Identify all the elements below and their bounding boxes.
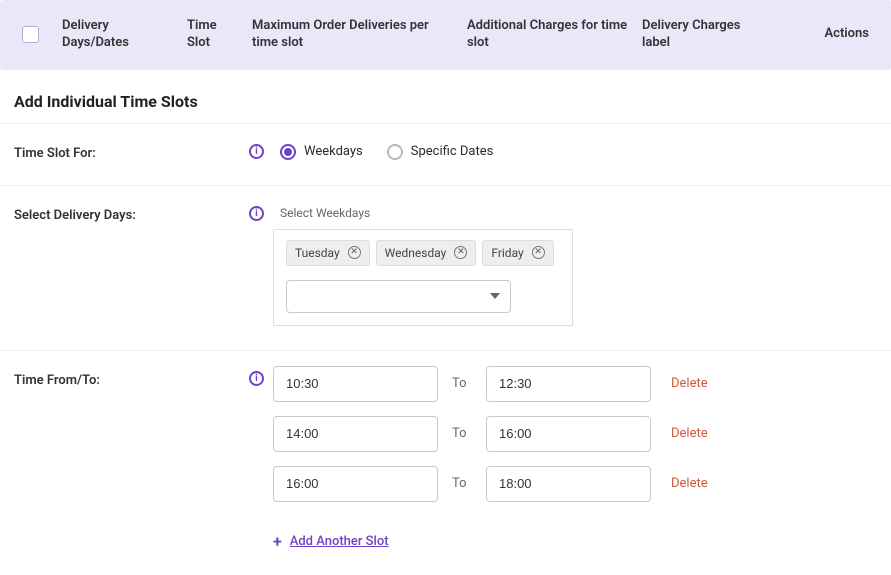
delete-slot-button[interactable]: Delete bbox=[671, 476, 708, 491]
time-slot-row: To Delete bbox=[273, 466, 877, 502]
time-from-input[interactable] bbox=[273, 416, 438, 452]
remove-icon[interactable]: ✕ bbox=[348, 246, 361, 259]
col-additional-charges: Additional Charges for time slot bbox=[467, 18, 632, 52]
section-title: Add Individual Time Slots bbox=[14, 92, 891, 111]
radio-label: Weekdays bbox=[304, 144, 363, 159]
col-time-slot: Time Slot bbox=[187, 18, 242, 52]
col-max-deliveries: Maximum Order Deliveries per time slot bbox=[252, 18, 457, 52]
radio-icon bbox=[387, 144, 403, 160]
weekday-selector: Tuesday ✕ Wednesday ✕ Friday ✕ bbox=[273, 229, 573, 326]
time-slot-row: To Delete bbox=[273, 416, 877, 452]
pill-label: Friday bbox=[491, 246, 523, 260]
plus-icon: + bbox=[273, 532, 282, 551]
time-from-input[interactable] bbox=[273, 366, 438, 402]
chevron-down-icon bbox=[490, 293, 500, 299]
pill-label: Wednesday bbox=[385, 246, 447, 260]
to-label: To bbox=[452, 476, 472, 491]
add-slot-label: Add Another Slot bbox=[290, 534, 389, 549]
remove-icon[interactable]: ✕ bbox=[454, 246, 467, 259]
pill-label: Tuesday bbox=[295, 246, 340, 260]
radio-icon bbox=[280, 144, 296, 160]
weekday-pill-tuesday: Tuesday ✕ bbox=[286, 240, 370, 266]
select-all-checkbox[interactable] bbox=[22, 26, 39, 43]
col-charges-label: Delivery Charges label bbox=[642, 18, 762, 52]
label-time-from-to: Time From/To: bbox=[14, 371, 249, 388]
info-icon[interactable]: i bbox=[249, 371, 264, 386]
to-label: To bbox=[452, 426, 472, 441]
time-to-input[interactable] bbox=[486, 416, 651, 452]
time-from-input[interactable] bbox=[273, 466, 438, 502]
label-time-slot-for: Time Slot For: bbox=[14, 144, 249, 161]
weekday-pill-wednesday: Wednesday ✕ bbox=[376, 240, 477, 266]
table-header: Delivery Days/Dates Time Slot Maximum Or… bbox=[0, 0, 891, 70]
time-slot-row: To Delete bbox=[273, 366, 877, 402]
row-time-slot-for: Time Slot For: i Weekdays Specific Dates bbox=[0, 124, 891, 185]
col-actions: Actions bbox=[772, 26, 869, 43]
delete-slot-button[interactable]: Delete bbox=[671, 426, 708, 441]
time-to-input[interactable] bbox=[486, 466, 651, 502]
col-delivery-days: Delivery Days/Dates bbox=[62, 18, 177, 52]
delete-slot-button[interactable]: Delete bbox=[671, 376, 708, 391]
to-label: To bbox=[452, 376, 472, 391]
info-icon[interactable]: i bbox=[249, 206, 264, 221]
radio-weekdays[interactable]: Weekdays bbox=[280, 144, 363, 160]
time-to-input[interactable] bbox=[486, 366, 651, 402]
label-select-days: Select Delivery Days: bbox=[14, 206, 249, 223]
row-time-from-to: Time From/To: i To Delete To Delete To Delete… bbox=[0, 351, 891, 575]
add-another-slot-button[interactable]: + Add Another Slot bbox=[273, 532, 877, 551]
info-icon[interactable]: i bbox=[249, 144, 264, 159]
radio-specific-dates[interactable]: Specific Dates bbox=[387, 144, 494, 160]
remove-icon[interactable]: ✕ bbox=[532, 246, 545, 259]
radio-label: Specific Dates bbox=[411, 144, 494, 159]
weekday-pill-friday: Friday ✕ bbox=[482, 240, 553, 266]
row-select-days: Select Delivery Days: i Select Weekdays … bbox=[0, 186, 891, 350]
select-weekdays-hint: Select Weekdays bbox=[280, 206, 370, 220]
weekday-dropdown[interactable] bbox=[286, 280, 511, 313]
